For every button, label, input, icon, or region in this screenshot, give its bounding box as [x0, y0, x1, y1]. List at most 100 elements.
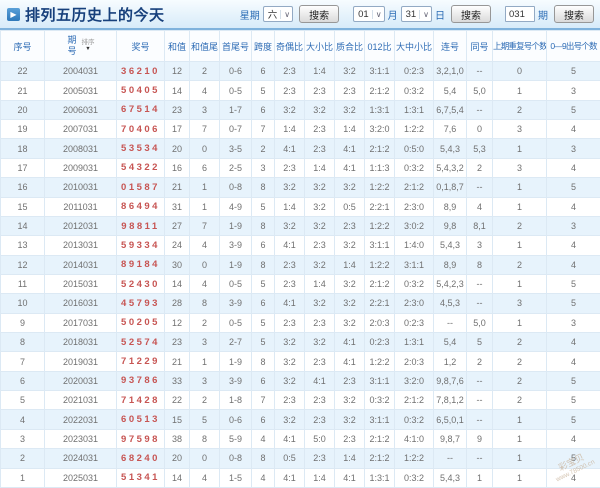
cell: 5	[0, 390, 45, 411]
column-header: 012比	[364, 30, 395, 62]
cell: 2	[492, 215, 547, 237]
cell: 2:3	[334, 215, 365, 237]
title-arrow-icon: ▶	[7, 7, 20, 21]
cell: 12	[164, 312, 190, 334]
week-label: 星期	[239, 10, 260, 22]
table-row: 19 2007031 70406 17 7 0-7 7 1:4 2:3 1:4 3:2:0 1:2:2…	[0, 119, 600, 140]
cell: 20	[164, 138, 190, 159]
cell: 1:2:2	[364, 351, 395, 372]
cell: 0:2:3	[394, 312, 434, 334]
issue-input[interactable]	[505, 6, 535, 22]
cell: --	[433, 448, 467, 469]
cell: 14	[164, 467, 190, 488]
cell: 0-6	[219, 409, 252, 430]
column-header: 跨度	[251, 30, 275, 62]
column-header: 大小比	[304, 30, 335, 62]
column-header: 上期重复号个数	[492, 30, 547, 62]
cell: 2:1:2	[364, 273, 395, 295]
cell: 2	[492, 254, 547, 275]
chevron-down-icon: ∨	[371, 9, 382, 19]
cell: 3	[492, 293, 547, 314]
cell: 5	[251, 80, 275, 101]
cell: --	[466, 293, 493, 314]
column-header: 连号	[433, 30, 467, 62]
prize-number: 98811	[116, 215, 165, 237]
page: ▶ 排列五历史上的今天 星期 六 ∨ 搜索 01 ∨ 月 31 ∨ 日 搜索 0…	[0, 0, 600, 488]
cell: 2:3	[304, 138, 335, 159]
chevron-down-icon: ∨	[280, 9, 290, 19]
column-header: 同号	[466, 30, 493, 62]
cell: 1:2:2	[394, 448, 434, 469]
cell: 1:4	[334, 448, 365, 469]
month-select[interactable]: 01 ∨	[353, 6, 385, 22]
cell: 6	[251, 293, 275, 314]
cell: 1:4	[304, 60, 335, 82]
cell: 0:3:2	[364, 390, 395, 411]
cell: 1:3:1	[364, 99, 395, 121]
cell: 13	[0, 235, 45, 256]
cell: 2:0:3	[394, 351, 434, 372]
week-search-button[interactable]: 搜索	[299, 5, 340, 23]
cell: 4	[189, 273, 220, 295]
cell: 2	[189, 60, 220, 82]
cell: 3:1:1	[394, 254, 434, 275]
cell: 1	[492, 428, 547, 450]
cell: 2022031	[44, 409, 117, 430]
cell: 0:3:2	[394, 409, 434, 430]
cell: 1	[492, 196, 547, 217]
cell: 8	[251, 215, 275, 237]
cell: 5,4,3	[433, 467, 467, 488]
cell: 9	[0, 312, 45, 334]
cell: 33	[164, 370, 190, 392]
cell: 3:2:0	[394, 370, 434, 392]
table-row: 21 2005031 50405 14 4 0-5 5 2:3 2:3 2:3 2:1:2 0:3:2…	[0, 80, 600, 101]
date-search-button[interactable]: 搜索	[451, 5, 491, 23]
cell: 2023031	[44, 428, 117, 450]
cell: 1	[492, 467, 547, 488]
cell: 2	[492, 370, 547, 392]
cell: 1:2:2	[364, 215, 395, 237]
prize-number: 52574	[116, 332, 165, 353]
cell: 6,7,5,4	[433, 99, 467, 121]
cell: 2:2:1	[364, 293, 395, 314]
cell: 5	[546, 409, 600, 430]
cell: 8	[251, 254, 275, 275]
cell: 4:1	[274, 138, 305, 159]
prize-number: 71428	[116, 390, 165, 411]
cell: 1:4	[334, 254, 365, 275]
cell: 1	[492, 273, 547, 295]
week-select[interactable]: 六 ∨	[262, 6, 294, 22]
cell: 1-7	[219, 99, 252, 121]
cell: 9	[466, 428, 493, 450]
cell: 3-9	[219, 293, 252, 314]
cell: 2012031	[44, 215, 117, 237]
cell: 4	[189, 80, 220, 101]
cell: 2	[189, 390, 220, 411]
cell: --	[466, 99, 493, 121]
cell: 1-8	[219, 390, 252, 411]
day-select[interactable]: 31 ∨	[400, 6, 432, 22]
table-row: 12 2014031 89184 30 0 1-9 8 2:3 3:2 1:4 1:2:2 3:1:1…	[0, 254, 600, 275]
cell: 5,4	[433, 332, 467, 353]
cell: 27	[164, 215, 190, 237]
cell: 2:1:2	[364, 448, 395, 469]
cell: 2:3	[304, 390, 335, 411]
cell: 2:2:1	[364, 196, 395, 217]
cell: 5	[251, 332, 275, 353]
cell: 2010031	[44, 177, 117, 198]
cell: 3,2,1,0	[433, 60, 467, 82]
cell: 3	[189, 99, 220, 121]
cell: 7,6	[433, 119, 467, 140]
cell: 4	[546, 235, 600, 256]
prize-number: 50405	[116, 80, 165, 101]
cell: 4	[189, 467, 220, 488]
cell: 2	[189, 312, 220, 334]
cell: 5	[546, 448, 600, 469]
issue-search-button[interactable]: 搜索	[554, 5, 594, 23]
cell: 3:2	[304, 177, 335, 198]
sort-control[interactable]: 排序 ▼	[82, 39, 95, 53]
cell: 3:1:1	[364, 370, 395, 392]
cell: 5,0	[466, 312, 493, 334]
cell: 1:4	[274, 196, 305, 217]
cell: 4:1	[274, 235, 305, 256]
